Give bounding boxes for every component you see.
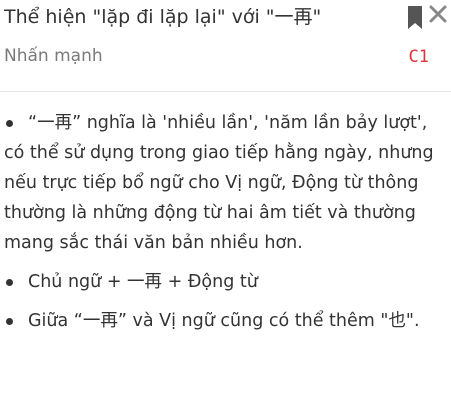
bullet-item: Giữa “一再” và Vị ngữ cũng có thể thêm "也"…: [0, 306, 451, 336]
bullet-text: Chủ ngữ + 一再 + Động từ: [28, 272, 258, 292]
grammar-explanation: “一再” nghĩa là 'nhiều lần', 'năm lần bảy …: [0, 108, 451, 345]
close-icon[interactable]: [428, 4, 448, 24]
grammar-header: Thể hiện "lặp đi lặp lại" với "一再" Nhấn …: [0, 0, 451, 92]
bullet-item: “一再” nghĩa là 'nhiều lần', 'năm lần bảy …: [0, 108, 451, 258]
bullet-text: “一再” nghĩa là 'nhiều lần', 'năm lần bảy …: [4, 113, 434, 253]
bullet-item: Chủ ngữ + 一再 + Động từ: [0, 267, 451, 297]
bullet-dot: [6, 279, 13, 286]
level-badge: C1: [408, 47, 429, 67]
grammar-title: Thể hiện "lặp đi lặp lại" với "一再": [4, 6, 322, 28]
bullet-dot: [6, 318, 13, 325]
bookmark-icon[interactable]: [407, 6, 423, 30]
bullet-dot: [6, 120, 13, 127]
bullet-text: Giữa “一再” và Vị ngữ cũng có thể thêm "也"…: [28, 311, 420, 331]
grammar-category: Nhấn mạnh: [4, 46, 103, 66]
